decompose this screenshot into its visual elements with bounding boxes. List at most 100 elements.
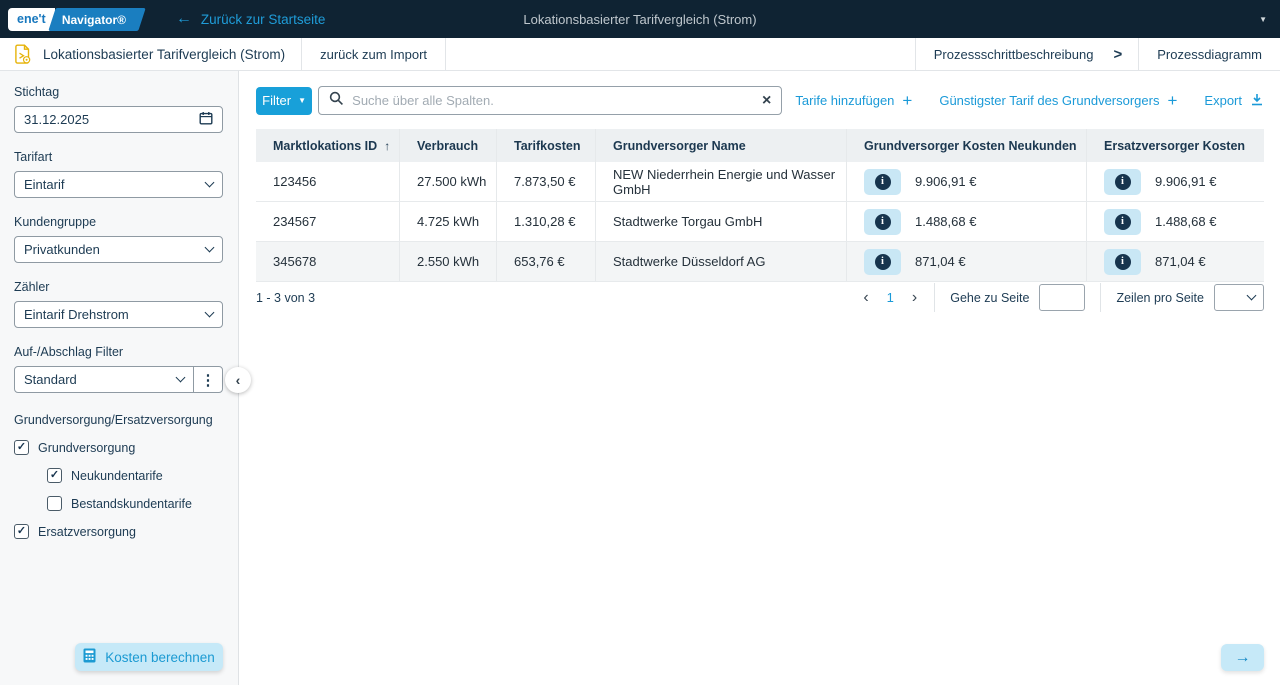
divider: [934, 283, 935, 312]
kosten-value: 1.488,68 €: [1155, 214, 1216, 229]
clear-search-icon[interactable]: ×: [762, 93, 771, 109]
column-header-grundversorger-name[interactable]: Grundversorger Name: [595, 129, 846, 162]
info-button[interactable]: i: [864, 209, 901, 235]
info-icon: i: [1115, 254, 1131, 270]
cell-verbrauch: 27.500 kWh: [399, 162, 496, 201]
cell-kosten-neukunden: i 871,04 €: [846, 242, 1086, 281]
chevron-down-icon: [1247, 291, 1257, 301]
cell-grundversorger: Stadtwerke Düsseldorf AG: [595, 242, 846, 281]
kosten-value: 871,04 €: [1155, 254, 1206, 269]
enet-navigator-logo: ene't Navigator®: [8, 8, 142, 31]
zaehler-value: Eintarif Drehstrom: [24, 307, 206, 322]
back-arrow-icon: ←: [176, 11, 192, 27]
sort-ascending-icon: ↑: [384, 139, 390, 153]
cell-kosten-neukunden: i 9.906,91 €: [846, 162, 1086, 201]
zaehler-label: Zähler: [14, 280, 238, 294]
search-box: ×: [318, 86, 782, 115]
checkbox-label: Neukundentarife: [71, 469, 163, 483]
tarifart-select[interactable]: Eintarif: [14, 171, 223, 198]
process-diagram-button[interactable]: Prozessdiagramm: [1139, 38, 1280, 70]
add-tariffs-label: Tarife hinzufügen: [795, 93, 894, 108]
divider: [1100, 283, 1101, 312]
search-input[interactable]: [352, 93, 754, 108]
row-range-text: 1 - 3 von 3: [256, 291, 315, 305]
cell-tarifkosten: 653,76 €: [496, 242, 595, 281]
tarifart-value: Eintarif: [24, 177, 206, 192]
chevron-left-icon: ‹: [236, 372, 241, 388]
previous-page-icon[interactable]: ‹: [861, 290, 870, 306]
process-step-description-button[interactable]: Prozessschrittbeschreibung: [916, 38, 1112, 70]
cell-ersatzversorger-kosten: i 871,04 €: [1086, 242, 1264, 281]
chevron-down-icon: [176, 373, 186, 383]
arrow-right-icon: →: [1235, 649, 1251, 667]
column-header-marktlokation[interactable]: Marktlokations ID ↑: [256, 129, 399, 162]
table-row[interactable]: 345678 2.550 kWh 653,76 € Stadtwerke Düs…: [256, 242, 1264, 282]
checkbox-ersatzversorgung[interactable]: ✓ Ersatzversorgung: [14, 524, 238, 539]
sidebar-collapse-button[interactable]: ‹: [225, 367, 251, 393]
cell-tarifkosten: 1.310,28 €: [496, 202, 595, 241]
cell-tarifkosten: 7.873,50 €: [496, 162, 595, 201]
column-header-kosten-neukunden[interactable]: Grundversorger Kosten Neukunden: [846, 129, 1086, 162]
current-page-number[interactable]: 1: [887, 290, 894, 305]
chevron-down-icon: ▼: [298, 96, 306, 105]
checkbox-checked-icon: ✓: [14, 524, 29, 539]
aufabschlag-menu-button[interactable]: ⋮: [194, 367, 222, 392]
kundengruppe-select[interactable]: Privatkunden: [14, 236, 223, 263]
rows-per-page-label: Zeilen pro Seite: [1116, 291, 1204, 305]
calendar-icon[interactable]: [199, 111, 213, 128]
aufabschlag-select[interactable]: Standard: [15, 367, 194, 392]
toolbar-links: Tarife hinzufügen + Günstigster Tarif de…: [795, 93, 1264, 109]
checkbox-bestandskundentarife[interactable]: Bestandskundentarife: [47, 496, 238, 511]
checkbox-neukundentarife[interactable]: ✓ Neukundentarife: [47, 468, 238, 483]
calculator-icon: [83, 648, 96, 666]
kosten-value: 9.906,91 €: [915, 174, 976, 189]
table-row[interactable]: 123456 27.500 kWh 7.873,50 € NEW Niederr…: [256, 162, 1264, 202]
back-to-import-button[interactable]: zurück zum Import: [302, 38, 445, 70]
info-button[interactable]: i: [1104, 209, 1141, 235]
table-row[interactable]: 234567 4.725 kWh 1.310,28 € Stadtwerke T…: [256, 202, 1264, 242]
rows-per-page-select[interactable]: [1214, 284, 1264, 311]
page-title-wrap: Lokationsbasierter Tarifvergleich (Strom…: [32, 38, 302, 70]
chevron-down-icon: [205, 308, 215, 318]
pagination-bar: 1 - 3 von 3 ‹ 1 › Gehe zu Seite Zeilen p…: [256, 282, 1264, 313]
zaehler-select[interactable]: Eintarif Drehstrom: [14, 301, 223, 328]
cell-ersatzversorger-kosten: i 1.488,68 €: [1086, 202, 1264, 241]
content-area: Stichtag 31.12.2025 Tarifart Eintarif Ku…: [0, 71, 1280, 685]
chevron-down-icon[interactable]: ▼: [1259, 15, 1267, 24]
add-tariffs-link[interactable]: Tarife hinzufügen +: [795, 93, 912, 109]
export-link[interactable]: Export: [1204, 93, 1264, 109]
calculate-costs-button[interactable]: Kosten berechnen: [75, 643, 223, 671]
stichtag-date-input[interactable]: 31.12.2025: [14, 106, 223, 133]
next-page-icon[interactable]: ›: [910, 290, 919, 306]
info-button[interactable]: i: [1104, 169, 1141, 195]
column-header-verbrauch[interactable]: Verbrauch: [399, 129, 496, 162]
column-header-tarifkosten[interactable]: Tarifkosten: [496, 129, 595, 162]
chevron-right-icon[interactable]: >: [1113, 46, 1122, 63]
chevron-down-icon: [205, 243, 215, 253]
info-button[interactable]: i: [864, 169, 901, 195]
checkbox-unchecked-icon: [47, 496, 62, 511]
checkbox-label: Grundversorgung: [38, 441, 135, 455]
page-title: Lokationsbasierter Tarifvergleich (Strom…: [43, 47, 285, 62]
filter-button[interactable]: Filter ▼: [256, 87, 312, 115]
goto-page-input[interactable]: [1039, 284, 1085, 311]
aufabschlag-control: Standard ⋮: [14, 366, 223, 393]
checkbox-grundversorgung[interactable]: ✓ Grundversorgung: [14, 440, 238, 455]
table-toolbar: Filter ▼ × Tarife hinzufügen: [256, 86, 1264, 115]
calculate-costs-label: Kosten berechnen: [105, 650, 215, 665]
next-step-button[interactable]: →: [1221, 644, 1264, 671]
search-icon: [329, 91, 344, 111]
info-button[interactable]: i: [864, 249, 901, 275]
info-button[interactable]: i: [1104, 249, 1141, 275]
kundengruppe-label: Kundengruppe: [14, 215, 238, 229]
cell-marktlokation: 345678: [256, 242, 399, 281]
cheapest-tariff-label: Günstigster Tarif des Grundversorgers: [939, 93, 1159, 108]
cell-grundversorger: Stadtwerke Torgau GmbH: [595, 202, 846, 241]
cheapest-tariff-link[interactable]: Günstigster Tarif des Grundversorgers +: [939, 93, 1177, 109]
info-icon: i: [875, 174, 891, 190]
cell-kosten-neukunden: i 1.488,68 €: [846, 202, 1086, 241]
versorgung-group-label: Grundversorgung/Ersatzversorgung: [14, 413, 238, 427]
back-to-start-link[interactable]: ← Zurück zur Startseite: [176, 11, 326, 27]
column-header-ersatzversorger-kosten[interactable]: Ersatzversorger Kosten: [1086, 129, 1264, 162]
logo-navigator: Navigator®: [48, 8, 146, 31]
